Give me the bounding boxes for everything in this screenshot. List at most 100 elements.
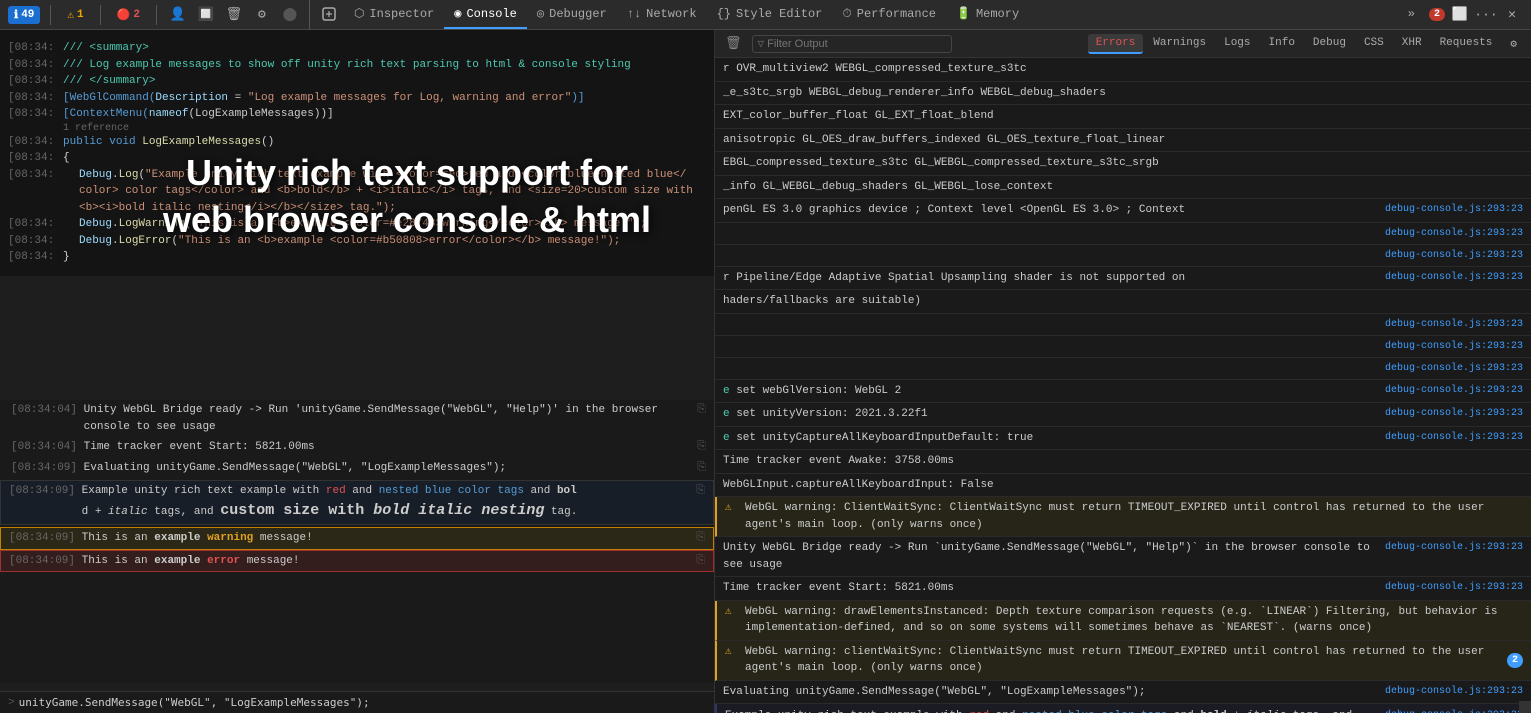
filter-input-wrap: ▽	[752, 35, 952, 53]
source-keyboard[interactable]: debug-console.js:293:23	[1385, 430, 1523, 445]
copy-btn-3[interactable]: ⎘	[697, 460, 706, 477]
gear-icon-btn[interactable]: ⚙	[251, 4, 273, 26]
filter-icon: ▽	[758, 37, 765, 51]
filter-requests[interactable]: Requests	[1432, 34, 1501, 54]
tab-debugger[interactable]: ◎ Debugger	[527, 0, 617, 29]
tab-performance[interactable]: ⏱ Performance	[832, 0, 946, 29]
devtools-icon[interactable]	[314, 0, 344, 29]
source-pipeline[interactable]: debug-console.js:293:23	[1385, 270, 1523, 285]
toolbar-sep-3	[156, 5, 157, 25]
performance-icon: ⏱	[842, 7, 851, 21]
badge-49[interactable]: ℹ 49	[8, 6, 40, 24]
tab-console[interactable]: ◉ Console	[444, 0, 527, 29]
log-line-3: [08:34:09] Evaluating unityGame.SendMess…	[0, 458, 714, 479]
toolbar-sep-2	[100, 5, 101, 25]
source-rich[interactable]: debug-console.js:293:23	[1385, 708, 1523, 713]
source-opengl[interactable]: debug-console.js:293:23	[1385, 202, 1523, 217]
source-bridge[interactable]: debug-console.js:293:23	[1385, 540, 1523, 555]
code-line-10: [08:34: Debug.LogError("This is an <b>ex…	[8, 233, 706, 250]
source-empty-1[interactable]: debug-console.js:293:23	[1385, 226, 1523, 241]
msg-rich-example: Example unity rich text example with red…	[715, 704, 1531, 713]
filter-input[interactable]	[767, 38, 945, 50]
network-icon: ↑↓	[627, 7, 641, 21]
msg-start: Time tracker event Start: 5821.00ms debu…	[715, 577, 1531, 601]
tab-network[interactable]: ↑↓ Network	[617, 0, 707, 29]
user-icon-btn[interactable]: 👤	[167, 4, 189, 26]
nav-resize-icon[interactable]: ⬜	[1449, 4, 1471, 26]
copy-btn-2[interactable]: ⎘	[697, 439, 706, 456]
source-start[interactable]: debug-console.js:293:23	[1385, 580, 1523, 595]
msg-fallbacks: haders/fallbacks are suitable)	[715, 290, 1531, 314]
msg-empty-3: debug-console.js:293:23	[715, 314, 1531, 336]
msg-empty-4: debug-console.js:293:23	[715, 336, 1531, 358]
filter-xhr[interactable]: XHR	[1394, 34, 1430, 54]
badge-2[interactable]: 🔴 2	[111, 6, 146, 24]
nav-tabs: ⬡ Inspector ◉ Console ◎ Debugger ↑↓ Netw…	[310, 0, 1531, 29]
msg-empty-1: debug-console.js:293:23	[715, 223, 1531, 245]
filter-warnings[interactable]: Warnings	[1145, 34, 1214, 54]
msg-warn-client: ⚠ WebGL warning: clientWaitSync: ClientW…	[715, 641, 1531, 681]
log-line-error: [08:34:09] This is an example error mess…	[0, 550, 714, 573]
filter-css[interactable]: CSS	[1356, 34, 1392, 54]
msg-keyboard: e set unityCaptureAllKeyboardInputDefaul…	[715, 427, 1531, 451]
msg-webgl-version: e set webGlVersion: WebGL 2 debug-consol…	[715, 380, 1531, 404]
msg-unity-version: e set unityVersion: 2021.3.22f1 debug-co…	[715, 403, 1531, 427]
clear-console-btn[interactable]: 🗑	[721, 34, 746, 53]
console-input[interactable]	[19, 696, 706, 709]
log-line-rich: [08:34:09] Example unity rich text examp…	[0, 480, 714, 525]
log-line-1: [08:34:04] Unity WebGL Bridge ready -> R…	[0, 400, 714, 437]
console-icon: ◉	[454, 6, 461, 21]
code-line-1: [08:34: /// <summary>	[8, 40, 706, 57]
copy-btn-rich[interactable]: ⎘	[696, 483, 705, 500]
nav-close-icon[interactable]: ✕	[1501, 4, 1523, 26]
source-empty-5[interactable]: debug-console.js:293:23	[1385, 361, 1523, 376]
nav-right: » 2 ⬜ ··· ✕	[1390, 4, 1531, 26]
code-overlay: [08:34: /// <summary> [08:34: /// Log ex…	[0, 30, 714, 276]
code-line-5: [08:34: [ContextMenu(nameof(LogExampleMe…	[8, 106, 706, 123]
code-line-8: [08:34: Debug.Log("Example unity rich te…	[8, 167, 706, 184]
msg-warn-1: ⚠ WebGL warning: ClientWaitSync: ClientW…	[715, 497, 1531, 537]
copy-btn-1[interactable]: ⎘	[697, 402, 706, 419]
trash-icon-btn[interactable]: 🗑	[223, 4, 245, 26]
filter-errors[interactable]: Errors	[1088, 34, 1144, 54]
left-panel: [08:34: /// <summary> [08:34: /// Log ex…	[0, 30, 715, 713]
source-empty-2[interactable]: debug-console.js:293:23	[1385, 248, 1523, 263]
badge-1[interactable]: ⚠ 1	[61, 6, 89, 24]
screen-icon-btn[interactable]: 🔲	[195, 4, 217, 26]
more-tabs-btn[interactable]: »	[1398, 7, 1425, 23]
code-line-4: [08:34: [WebGlCommand(Description = "Log…	[8, 90, 706, 107]
resize-corner[interactable]	[1519, 701, 1531, 713]
source-evaluating[interactable]: debug-console.js:293:23	[1385, 684, 1523, 699]
source-empty-3[interactable]: debug-console.js:293:23	[1385, 317, 1523, 332]
tab-style-editor[interactable]: {} Style Editor	[707, 0, 833, 29]
msg-webgl-1: r OVR_multiview2 WEBGL_compressed_textur…	[715, 58, 1531, 82]
memory-icon: 🔋	[956, 6, 971, 21]
msg-warn-depth: ⚠ WebGL warning: drawElementsInstanced: …	[715, 601, 1531, 641]
filter-logs[interactable]: Logs	[1216, 34, 1258, 54]
toolbar-sep-1	[50, 5, 51, 25]
msg-empty-2: debug-console.js:293:23	[715, 245, 1531, 267]
msg-webgl-2: _e_s3tc_srgb WEBGL_debug_renderer_info W…	[715, 82, 1531, 106]
msg-pipeline: r Pipeline/Edge Adaptive Spatial Upsampl…	[715, 267, 1531, 291]
warn-icon-client: ⚠	[725, 644, 741, 661]
nav-more-icon[interactable]: ···	[1475, 4, 1497, 26]
circle-icon-btn[interactable]: ⬤	[279, 4, 301, 26]
filter-debug[interactable]: Debug	[1305, 34, 1354, 54]
code-line-11: [08:34: }	[8, 249, 706, 266]
tab-memory[interactable]: 🔋 Memory	[946, 0, 1029, 29]
filter-info[interactable]: Info	[1261, 34, 1303, 54]
copy-btn-warn[interactable]: ⎘	[696, 530, 705, 547]
copy-btn-error[interactable]: ⎘	[696, 553, 705, 570]
input-prompt: >	[8, 697, 15, 709]
log-line-2: [08:34:04] Time tracker event Start: 582…	[0, 437, 714, 458]
tab-inspector[interactable]: ⬡ Inspector	[344, 0, 444, 29]
msg-webgl-5: EBGL_compressed_texture_s3tc GL_WEBGL_co…	[715, 152, 1531, 176]
inspector-icon: ⬡	[354, 6, 364, 21]
settings-icon-btn[interactable]: ⚙	[1502, 34, 1525, 54]
source-webgl-ver[interactable]: debug-console.js:293:23	[1385, 383, 1523, 398]
msg-empty-5: debug-console.js:293:23	[715, 358, 1531, 380]
console-messages: r OVR_multiview2 WEBGL_compressed_textur…	[715, 58, 1531, 713]
source-unity-ver[interactable]: debug-console.js:293:23	[1385, 406, 1523, 421]
source-empty-4[interactable]: debug-console.js:293:23	[1385, 339, 1523, 354]
left-log-area: [08:34:04] Unity WebGL Bridge ready -> R…	[0, 400, 714, 683]
